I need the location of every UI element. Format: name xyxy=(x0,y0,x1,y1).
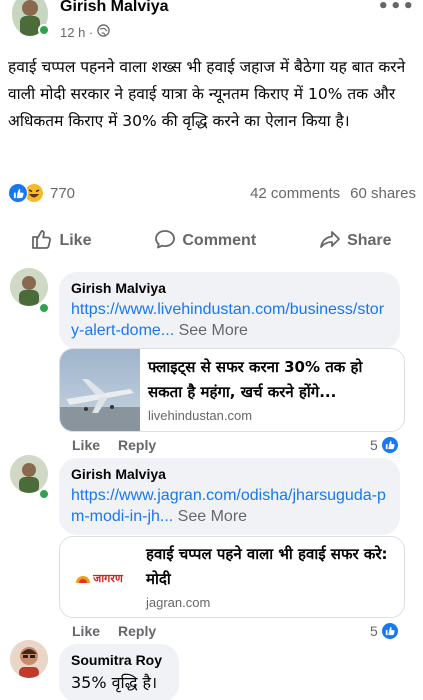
preview-title: फ्लाइट्स से सफर करना 30% तक हो सकता है म… xyxy=(148,358,363,401)
jagran-logo-icon xyxy=(76,576,91,583)
comment-actions: Like Reply xyxy=(72,437,156,453)
post-time[interactable]: 12 h · xyxy=(60,25,93,40)
comments-count[interactable]: 42 comments xyxy=(250,185,340,202)
preview-thumbnail xyxy=(60,349,140,431)
more-icon[interactable]: ••• xyxy=(377,0,415,17)
comment-bubble: Girish Malviya https://www.livehindustan… xyxy=(59,272,400,349)
post-meta: 12 h · xyxy=(60,24,110,40)
see-more-link[interactable]: See More xyxy=(173,508,247,525)
comment-button-label: Comment xyxy=(182,232,257,249)
comment-reply-button[interactable]: Reply xyxy=(118,437,156,453)
comment-author[interactable]: Girish Malviya xyxy=(71,280,388,296)
comment-text: 35% वृद्धि है। xyxy=(71,673,158,692)
comment-reply-button[interactable]: Reply xyxy=(118,623,156,639)
post-author-name[interactable]: Girish Malviya xyxy=(60,0,169,16)
comment-avatar[interactable] xyxy=(10,268,48,306)
see-more-link[interactable]: See More xyxy=(174,322,248,339)
comment-like-button[interactable]: Like xyxy=(72,437,100,453)
globe-icon xyxy=(97,24,110,40)
comment-bubble: Soumitra Roy 35% वृद्धि है। xyxy=(59,644,179,700)
comment-icon xyxy=(154,228,176,255)
link-preview[interactable]: जागरण हवाई चप्पल पहने वाला भी हवाई सफर क… xyxy=(59,536,405,618)
post-stats: 42 comments 60 shares xyxy=(250,185,416,202)
comment-actions: Like Reply xyxy=(72,623,156,639)
comment-bubble: Girish Malviya https://www.jagran.com/od… xyxy=(59,458,400,535)
preview-domain: jagran.com xyxy=(146,595,211,610)
thumbs-up-icon xyxy=(31,228,53,255)
comment-author[interactable]: Soumitra Roy xyxy=(71,652,167,668)
reactions-bar: 770 42 comments 60 shares xyxy=(8,180,416,206)
preview-logo: जागरण xyxy=(60,537,138,617)
share-button[interactable]: Share xyxy=(311,222,399,260)
comment-avatar[interactable] xyxy=(10,640,48,678)
post-actions: Like Comment Share xyxy=(0,222,423,260)
preview-title: हवाई चप्पल पहने वाला भी हवाई सफर करे: मो… xyxy=(146,545,388,588)
post-header: Girish Malviya 12 h · ••• xyxy=(0,0,423,48)
online-status-icon xyxy=(38,302,50,314)
post-text: हवाई चप्पल पहनने वाला शख्स भी हवाई जहाज … xyxy=(8,58,406,130)
comment-like-button[interactable]: Like xyxy=(72,623,100,639)
comment-text: https://www.livehindustan.com/business/s… xyxy=(71,299,388,341)
comment-like-count: 5 xyxy=(370,437,378,453)
like-reaction-icon xyxy=(8,183,28,203)
comment-button[interactable]: Comment xyxy=(146,222,264,260)
online-status-icon xyxy=(38,488,50,500)
comment-author[interactable]: Girish Malviya xyxy=(71,466,388,482)
comment-reactions[interactable]: 5 xyxy=(370,436,399,454)
preview-domain: livehindustan.com xyxy=(148,408,253,423)
share-button-label: Share xyxy=(347,232,392,249)
reaction-icons[interactable] xyxy=(8,183,44,203)
like-button-label: Like xyxy=(59,232,92,249)
online-status-icon xyxy=(38,24,50,36)
reaction-count[interactable]: 770 xyxy=(50,185,75,202)
link-preview[interactable]: फ्लाइट्स से सफर करना 30% तक हो सकता है म… xyxy=(59,348,405,432)
comment-like-count: 5 xyxy=(370,623,378,639)
preview-logo-text: जागरण xyxy=(93,571,123,585)
shares-count[interactable]: 60 shares xyxy=(350,185,416,202)
like-reaction-icon xyxy=(380,436,399,454)
like-button[interactable]: Like xyxy=(23,222,99,260)
like-reaction-icon xyxy=(380,622,399,640)
share-icon xyxy=(319,228,341,255)
comment-reactions[interactable]: 5 xyxy=(370,622,399,640)
comment-text: https://www.jagran.com/odisha/jharsuguda… xyxy=(71,485,388,527)
